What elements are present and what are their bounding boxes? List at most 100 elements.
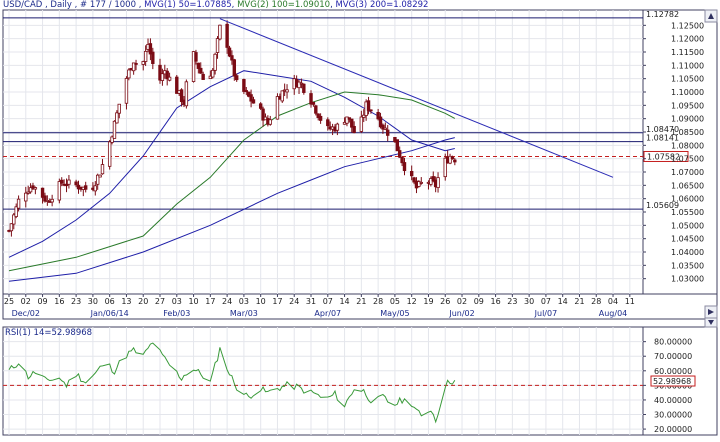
time-tick-label: 31 [306,297,316,306]
price-tick-label: 1.03000 [671,275,704,284]
month-label: Feb/03 [163,309,190,318]
candle-body [98,174,102,178]
candle-body [258,103,263,109]
candle-body [402,162,407,172]
time-tick-label: 23 [507,297,517,306]
candle-body [242,79,246,92]
price-tick-label: 1.09500 [671,101,704,110]
candle-body [409,171,414,177]
time-tick-label: 16 [490,297,500,306]
price-tick-label: 1.07000 [671,168,704,177]
chart-window: 1.12782 1.08470 1.08141 1.05609 1.07582 1.12… [0,0,720,438]
time-tick-label: 27 [155,297,165,306]
month-label: Jul/07 [534,309,558,318]
rsi-tick-label: 30.00000 [654,411,692,420]
candle-body [314,105,318,114]
price-tick-label: 1.06000 [671,195,704,204]
candle-body [74,181,78,186]
time-tick-label: 11 [625,297,635,306]
candle-body [450,156,455,160]
mvg3-label: MVG(3) 200=1.08292 [335,0,428,10]
candle-body [386,129,390,136]
candle-body [335,123,340,131]
rsi-axis-arrow-icon[interactable] [704,317,718,328]
candle-body [218,24,222,40]
time-tick-label: 21 [574,297,584,306]
time-tick-label: 12 [407,297,417,306]
candle-body [211,69,215,78]
candle-body [268,119,272,125]
level-label: 1.12782 [646,10,679,19]
price-tick-label: 1.07500 [671,155,704,164]
time-tick-label: 23 [71,297,81,306]
rsi-tick-label: 60.00000 [654,367,692,376]
time-tick-label: 25 [4,297,14,306]
price-tick-label: 1.10500 [671,75,704,84]
time-tick-label: 07 [323,297,333,306]
time-tick-label: 30 [88,297,98,306]
candle-body [275,96,280,120]
candle-body [151,51,155,64]
candle-body [400,156,404,164]
month-label: Jan/06/14 [90,309,129,318]
candle-body [232,59,237,77]
time-tick-label: 24 [222,297,232,306]
candle-body [302,83,306,93]
time-tick-label: 20 [138,297,148,306]
time-tick-label: 03 [239,297,249,306]
price-tick-label: 1.05500 [671,208,704,217]
time-axis-arrow-icon[interactable] [704,305,718,319]
candle-body [184,81,189,107]
candle-body [24,192,28,202]
month-label: Jun/02 [448,309,474,318]
candle-body [60,179,64,184]
candle-body [141,61,145,65]
price-tick-label: 1.04000 [671,248,704,257]
candle-body [213,53,217,71]
candle-body [215,38,220,53]
month-label: Aug/04 [599,309,628,318]
time-tick-label: 09 [474,297,484,306]
candle-body [57,181,62,201]
candle-body [167,76,172,81]
price-tick-label: 1.05000 [671,221,704,230]
price-tick-label: 1.06500 [671,181,704,190]
candle-body [117,103,121,114]
time-tick-label: 16 [54,297,64,306]
candle-body [33,187,38,190]
time-tick-label: 24 [289,297,299,306]
rsi-tick-label: 80.00000 [654,338,692,347]
rsi-current-label: 52.98968 [653,377,691,386]
rsi-tick-label: 20.00000 [654,425,692,434]
price-plot-area[interactable] [2,9,644,295]
candle-body [194,52,198,62]
candle-body [285,89,289,93]
mvg1-label: MVG(1) 50=1.07885 [144,0,232,10]
candle-body [107,141,112,167]
candle-body [67,179,71,185]
price-tick-label: 1.04500 [671,235,704,244]
month-label: May/05 [380,309,409,318]
time-tick-label: 13 [121,297,131,306]
rsi-tick-label: 70.00000 [654,352,692,361]
time-tick-label: 10 [188,297,198,306]
symbol-title: USD/CAD , Daily , # 177 / 1000 , MVG(1) … [3,0,428,10]
candle-body [225,23,229,48]
time-tick-label: 02 [21,297,31,306]
time-tick-label: 28 [373,297,383,306]
time-tick-label: 07 [541,297,551,306]
time-tick-label: 19 [423,297,433,306]
time-tick-label: 06 [105,297,115,306]
month-label: Dec/02 [12,309,40,318]
candle-body [326,119,330,127]
candle-body [419,181,423,184]
candle-body [318,115,323,121]
candle-body [369,109,373,112]
price-tick-label: 1.08000 [671,141,704,150]
chart-canvas: 1.127821.084701.081411.056091.07582 1.12… [2,0,718,436]
candle-body [395,139,400,152]
time-tick-label: 21 [356,297,366,306]
price-axis-arrow-icon[interactable] [704,9,718,23]
rsi-plot-area[interactable] [2,326,644,436]
candle-body [84,185,88,190]
